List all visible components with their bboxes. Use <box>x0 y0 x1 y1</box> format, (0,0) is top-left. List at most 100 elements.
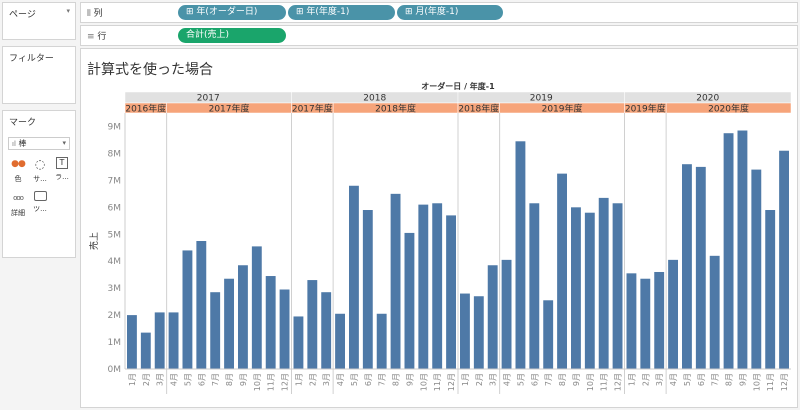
bar <box>654 271 665 369</box>
bar <box>362 210 373 369</box>
x-tick-label: 3月 <box>489 373 498 386</box>
bar <box>543 300 554 369</box>
x-tick-label: 6月 <box>530 373 539 386</box>
x-tick-label: 12月 <box>447 373 456 391</box>
y-tick-label: 4M <box>108 257 122 267</box>
x-tick-label: 4月 <box>170 373 179 386</box>
bar <box>293 316 304 369</box>
bar <box>335 313 345 369</box>
bar <box>279 289 290 369</box>
bar <box>321 292 332 369</box>
x-tick-label: 7月 <box>378 373 387 386</box>
x-tick-label: 3月 <box>156 373 165 386</box>
bar <box>154 312 165 369</box>
bar <box>210 292 221 369</box>
bar <box>682 164 692 369</box>
bar <box>473 296 484 369</box>
bar <box>460 293 470 369</box>
x-tick-label: 10月 <box>419 373 428 391</box>
x-tick-label: 12月 <box>614 373 623 391</box>
bar <box>140 332 151 369</box>
year-header-label: 2017 <box>197 94 220 104</box>
bar <box>127 315 137 369</box>
x-tick-label: 2月 <box>308 373 317 386</box>
x-tick-label: 7月 <box>211 373 220 386</box>
x-tick-label: 7月 <box>544 373 553 386</box>
bar <box>349 185 359 369</box>
bar <box>723 133 734 369</box>
x-tick-label: 5月 <box>683 373 692 386</box>
bar <box>765 210 776 369</box>
x-tick-label: 9月 <box>738 373 747 386</box>
x-tick-label: 5月 <box>183 373 192 386</box>
x-tick-label: 12月 <box>281 373 290 391</box>
bar <box>168 312 179 369</box>
x-tick-label: 12月 <box>780 373 789 391</box>
bar <box>626 273 637 369</box>
fiscal-year-header-label: 2020年度 <box>708 103 749 115</box>
x-tick-label: 8月 <box>558 373 567 386</box>
bar <box>182 250 193 369</box>
bar <box>709 255 720 369</box>
fiscal-year-header-label: 2018年度 <box>375 103 416 115</box>
y-tick-label: 8M <box>108 149 122 159</box>
x-tick-label: 3月 <box>655 373 664 386</box>
fiscal-year-header-label: 2016年度 <box>125 103 166 115</box>
bar <box>418 204 429 369</box>
header-title: オーダー日 / 年度-1 <box>421 81 495 91</box>
bar <box>390 193 401 369</box>
x-tick-label: 1月 <box>461 373 470 386</box>
bar <box>487 265 498 369</box>
x-tick-label: 9月 <box>405 373 414 386</box>
x-tick-label: 2月 <box>641 373 650 386</box>
fiscal-year-header-label: 2018年度 <box>458 103 499 115</box>
x-tick-label: 10月 <box>752 373 761 391</box>
x-tick-label: 6月 <box>197 373 206 386</box>
y-tick-label: 0M <box>108 365 122 375</box>
bar <box>196 241 207 369</box>
bar <box>557 173 567 369</box>
y-tick-label: 9M <box>108 122 122 132</box>
bar <box>584 212 595 369</box>
bar <box>515 141 526 369</box>
bar <box>598 197 609 369</box>
x-tick-label: 1月 <box>294 373 303 386</box>
x-tick-label: 8月 <box>225 373 234 386</box>
x-tick-label: 8月 <box>392 373 401 386</box>
x-tick-label: 11月 <box>600 373 609 391</box>
x-tick-label: 7月 <box>711 373 720 386</box>
x-tick-label: 2月 <box>142 373 151 386</box>
year-header-label: 2019 <box>530 94 553 104</box>
y-tick-label: 2M <box>108 311 122 321</box>
year-header-label: 2020 <box>696 94 719 104</box>
bar <box>571 207 581 369</box>
x-tick-label: 6月 <box>697 373 706 386</box>
y-axis-title: 売上 <box>88 232 100 250</box>
sales-bar-chart: オーダー日 / 年度-1 2017 2016年度 2017年度 2018 2017年度 20… <box>88 81 792 394</box>
x-tick-label: 5月 <box>350 373 359 386</box>
x-tick-label: 9月 <box>572 373 581 386</box>
bar <box>404 232 415 369</box>
bar <box>251 246 262 369</box>
bar <box>529 203 540 369</box>
x-tick-label: 8月 <box>725 373 734 386</box>
y-tick-label: 3M <box>108 284 122 294</box>
bar <box>432 203 443 369</box>
bar <box>501 259 512 369</box>
bar <box>612 203 623 369</box>
x-tick-label: 9月 <box>239 373 248 386</box>
fiscal-year-header-label: 2019年度 <box>542 103 583 115</box>
x-tick-label: 1月 <box>128 373 137 386</box>
fiscal-year-header-label: 2017年度 <box>292 103 333 115</box>
x-tick-label: 3月 <box>322 373 331 386</box>
x-tick-label: 11月 <box>267 373 276 391</box>
bar <box>640 278 651 369</box>
y-tick-label: 6M <box>108 203 122 213</box>
fiscal-year-header-label: 2017年度 <box>209 103 250 115</box>
y-tick-label: 5M <box>108 230 122 240</box>
x-tick-label: 4月 <box>336 373 345 386</box>
bar <box>238 265 248 369</box>
fiscal-year-header-label: 2019年度 <box>625 103 666 115</box>
bar <box>376 313 387 369</box>
year-header-label: 2018 <box>363 94 386 104</box>
